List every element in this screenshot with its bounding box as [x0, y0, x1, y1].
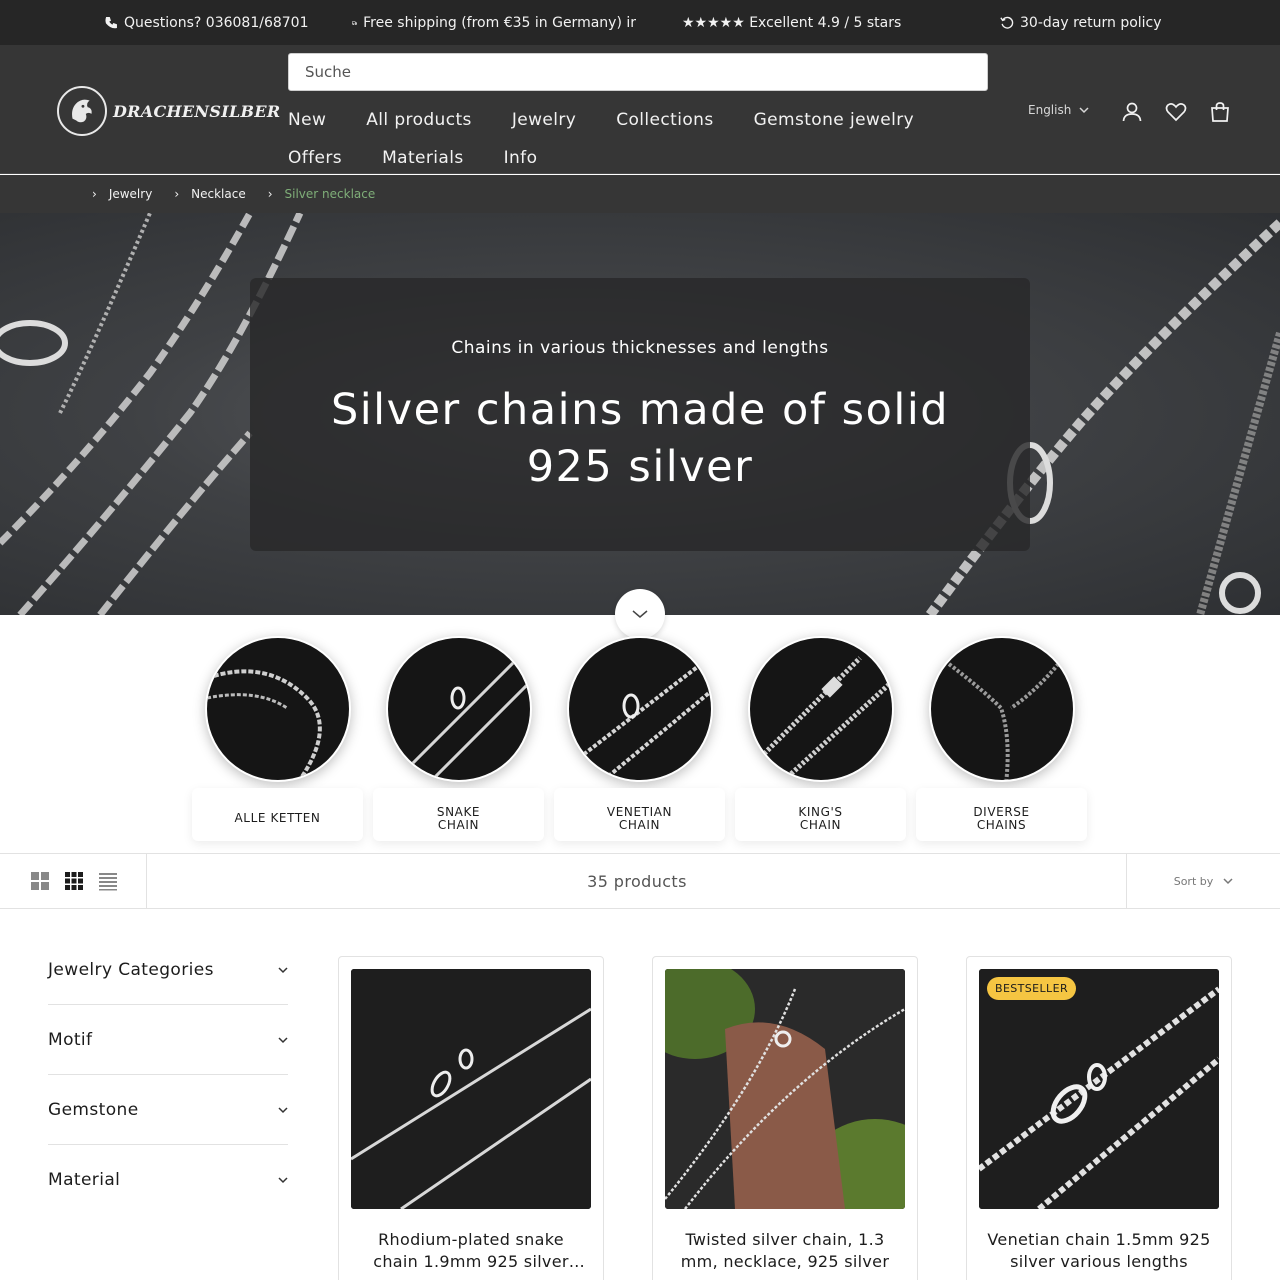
site-logo[interactable]: DRACHENSILBER [57, 86, 280, 136]
product-title[interactable]: Venetian chain 1.5mm 925 silver various … [983, 1229, 1215, 1273]
cart-button[interactable] [1208, 100, 1232, 124]
truck-icon [352, 20, 358, 25]
list-view-button[interactable] [98, 871, 118, 891]
product-title[interactable]: Twisted silver chain, 1.3 mm, necklace, … [669, 1229, 901, 1273]
shipping-text: Free shipping (from €35 in Germany) ir [363, 14, 636, 31]
wishlist-button[interactable] [1164, 100, 1188, 124]
chevron-down-icon [1079, 107, 1089, 114]
hero-text-panel: Chains in various thicknesses and length… [250, 278, 1030, 551]
grid-small-icon [65, 872, 83, 890]
shipping-announcement[interactable]: Free shipping (from €35 in Germany) ir [352, 0, 636, 45]
dragon-logo-icon [57, 86, 107, 136]
filter-label: Material [48, 1170, 121, 1190]
nav-item-all-products[interactable]: All products [366, 110, 472, 130]
category-label: ALLE KETTEN [192, 788, 363, 841]
product-count: 35 products [587, 871, 687, 891]
collection-toolbar: 35 products Sort by [0, 853, 1280, 909]
nav-item-info[interactable]: Info [504, 148, 538, 168]
hero-title: Silver chains made of solid 925 silver [330, 385, 950, 492]
filter-material[interactable]: Material [48, 1145, 288, 1215]
nav-item-offers[interactable]: Offers [288, 148, 342, 168]
category-all-chains[interactable]: ALLE KETTEN [192, 636, 363, 842]
grid-2-view-button[interactable] [30, 871, 50, 891]
phone-icon [105, 16, 117, 28]
hero-subtitle: Chains in various thicknesses and length… [451, 338, 829, 358]
product-title[interactable]: Rhodium-plated snake chain 1.9mm 925 sil… [355, 1229, 587, 1273]
breadcrumb-item-jewelry[interactable]: Jewelry [109, 187, 153, 201]
filter-motif[interactable]: Motif [48, 1005, 288, 1075]
product-card[interactable]: BESTSELLER Venetian chain 1.5mm 925 silv… [966, 956, 1232, 1280]
filter-sidebar: Jewelry Categories Motif Gemstone Materi… [48, 935, 288, 1215]
breadcrumb-current: Silver necklace [284, 187, 376, 201]
filter-label: Jewelry Categories [48, 959, 214, 980]
bag-icon [1211, 102, 1229, 122]
category-label: SNAKE CHAIN [373, 788, 544, 841]
chevron-right-icon: › [92, 187, 97, 201]
phone-announcement[interactable]: Questions? 036081/68701 [104, 0, 309, 45]
category-label: VENETIAN CHAIN [554, 788, 725, 841]
product-image[interactable] [351, 969, 591, 1209]
search-placeholder: Suche [305, 63, 352, 81]
category-diverse-chains[interactable]: DIVERSE CHAINS [916, 636, 1087, 842]
category-image [386, 636, 532, 782]
filter-label: Gemstone [48, 1099, 139, 1120]
category-image [205, 636, 351, 782]
category-kings-chain[interactable]: KING'S CHAIN [735, 636, 906, 842]
chevron-down-icon [278, 1177, 288, 1184]
chevron-right-icon: › [174, 187, 180, 201]
chevron-down-icon [1223, 878, 1233, 885]
nav-item-materials[interactable]: Materials [382, 148, 464, 168]
sort-dropdown[interactable]: Sort by [1126, 854, 1280, 908]
hero-banner: Chains in various thicknesses and length… [0, 213, 1280, 615]
product-image[interactable]: BESTSELLER [979, 969, 1219, 1209]
breadcrumb: › Jewelry › Necklace › Silver necklace [0, 175, 1280, 213]
main-navigation: New All products Jewelry Collections Gem… [288, 101, 988, 177]
grid-large-icon [31, 872, 49, 890]
category-venetian-chain[interactable]: VENETIAN CHAIN [554, 636, 725, 842]
sort-label: Sort by [1173, 874, 1214, 888]
chevron-right-icon: › [267, 187, 273, 201]
nav-item-gemstone-jewelry[interactable]: Gemstone jewelry [754, 110, 914, 130]
category-label: DIVERSE CHAINS [916, 788, 1087, 841]
rating-text: ★★★★★ Excellent 4.9 / 5 stars [682, 14, 902, 31]
return-icon [1000, 16, 1014, 29]
heart-icon [1165, 103, 1187, 122]
search-input[interactable]: Suche [288, 53, 988, 91]
chevron-down-icon [632, 610, 648, 618]
category-image [567, 636, 713, 782]
nav-item-collections[interactable]: Collections [616, 110, 713, 130]
layout-switcher [0, 854, 147, 908]
site-header: DRACHENSILBER Suche New All products Jew… [0, 45, 1280, 174]
filter-gemstone[interactable]: Gemstone [48, 1075, 288, 1145]
chevron-down-icon [278, 1106, 288, 1113]
nav-item-new[interactable]: New [288, 110, 326, 130]
bestseller-badge: BESTSELLER [987, 977, 1076, 1000]
logo-wordmark: DRACHENSILBER [113, 101, 281, 121]
category-label: KING'S CHAIN [735, 788, 906, 841]
scroll-down-button[interactable] [615, 589, 665, 639]
chevron-down-icon [278, 1036, 288, 1043]
breadcrumb-item-necklace[interactable]: Necklace [191, 187, 246, 201]
language-selector[interactable]: English [1028, 103, 1089, 117]
returns-text: 30-day return policy [1020, 14, 1162, 31]
list-icon [99, 873, 117, 891]
phone-text: Questions? 036081/68701 [124, 14, 309, 31]
product-card[interactable]: Twisted silver chain, 1.3 mm, necklace, … [652, 956, 918, 1280]
nav-item-jewelry[interactable]: Jewelry [512, 110, 576, 130]
category-image [748, 636, 894, 782]
account-button[interactable] [1120, 100, 1144, 124]
chevron-down-icon [278, 966, 288, 973]
user-icon [1122, 102, 1142, 122]
rating-announcement[interactable]: ★★★★★ Excellent 4.9 / 5 stars [682, 0, 901, 45]
filter-jewelry-categories[interactable]: Jewelry Categories [48, 935, 288, 1005]
filter-label: Motif [48, 1029, 93, 1050]
grid-3-view-button[interactable] [64, 871, 84, 891]
product-image[interactable] [665, 969, 905, 1209]
announcement-bar: Questions? 036081/68701 Free shipping (f… [0, 0, 1280, 45]
category-snake-chain[interactable]: SNAKE CHAIN [373, 636, 544, 842]
returns-announcement[interactable]: 30-day return policy [1000, 0, 1162, 45]
category-image [929, 636, 1075, 782]
product-card[interactable]: Rhodium-plated snake chain 1.9mm 925 sil… [338, 956, 604, 1280]
language-label: English [1028, 103, 1072, 117]
